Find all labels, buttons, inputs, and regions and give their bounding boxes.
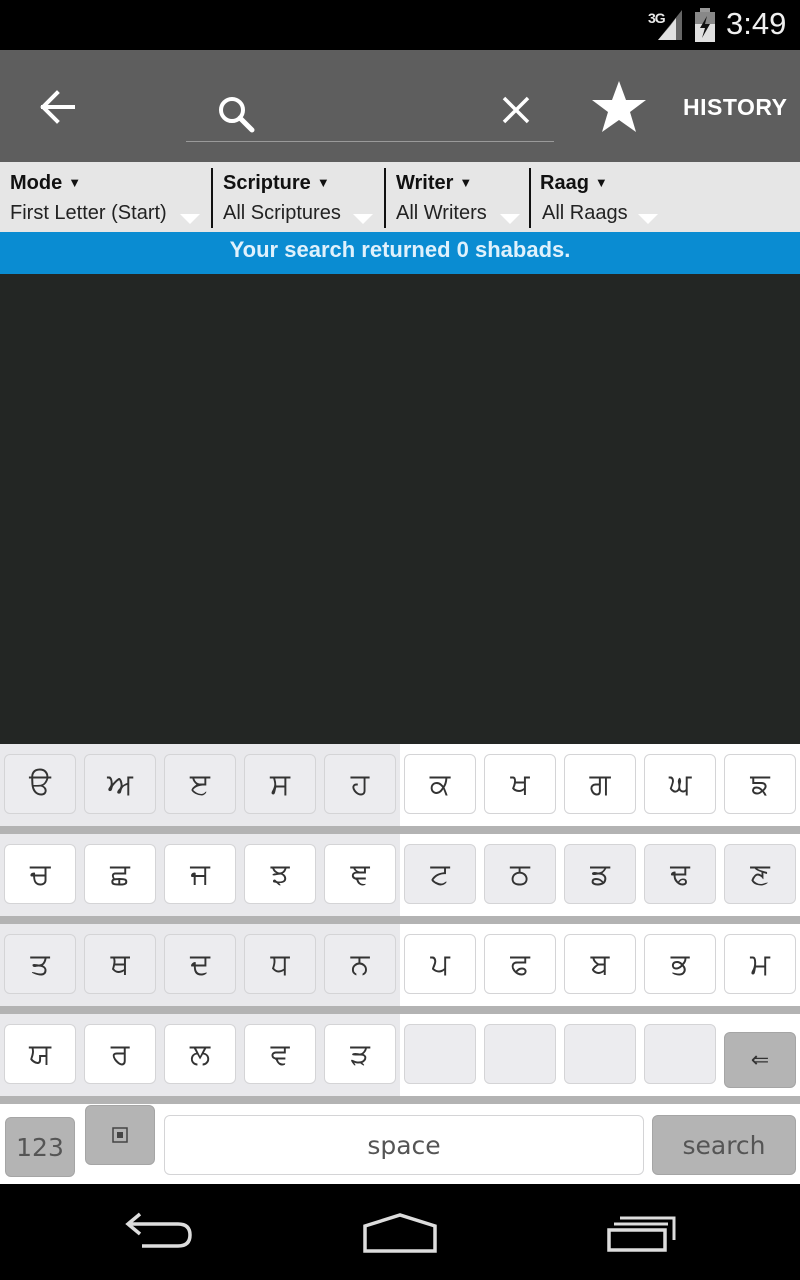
battery-icon: [695, 8, 715, 42]
numbers-key[interactable]: 123: [5, 1117, 75, 1177]
key-letter[interactable]: ਡ: [564, 844, 636, 904]
key-letter[interactable]: ਟ: [404, 844, 476, 904]
key-letter[interactable]: ੜ: [324, 1024, 396, 1084]
caret-down-icon: ▼: [459, 175, 473, 190]
signal-icon: [658, 10, 682, 40]
filter-mode-title: Mode: [10, 172, 63, 194]
results-count-banner: Your search returned 0 shabads.: [0, 232, 800, 274]
nav-home-icon[interactable]: [362, 1212, 438, 1254]
key-letter[interactable]: ਗ: [564, 754, 636, 814]
key-letter[interactable]: ਬ: [564, 934, 636, 994]
blank-key: [404, 1024, 476, 1084]
search-key[interactable]: search: [652, 1115, 796, 1175]
key-letter[interactable]: ਲ: [164, 1024, 236, 1084]
blank-key: [564, 1024, 636, 1084]
key-letter[interactable]: ਨ: [324, 934, 396, 994]
key-letter[interactable]: ਜ: [164, 844, 236, 904]
filter-mode-value: First Letter (Start): [10, 202, 167, 224]
key-letter[interactable]: ਸ: [244, 754, 316, 814]
key-letter[interactable]: ਭ: [644, 934, 716, 994]
filter-mode[interactable]: Mode ▼ First Letter (Start): [0, 162, 212, 232]
backspace-icon: ⇐: [750, 1047, 770, 1073]
results-list: [0, 274, 800, 744]
key-letter[interactable]: ਖ: [484, 754, 556, 814]
key-letter[interactable]: ਅ: [84, 754, 156, 814]
keyboard-settings-key[interactable]: [85, 1105, 155, 1165]
gurmukhi-keyboard: ੳ ਅ ੲ ਸ ਹ ਕ ਖ ਗ ਘ ਙ ਚ ਛ ਜ ਝ ਞ ਟ ਠ ਡ ਢ ਣ ਤ ਥ ਦ ਧ ਨ ਪ ਫ ਬ ਭ ਮ ਯ ਰ ਲ ਵ ੜ ⇐ 123…: [0, 744, 800, 1184]
status-clock: 3:49: [726, 6, 787, 41]
key-letter[interactable]: ਛ: [84, 844, 156, 904]
keyboard-bottom-row: 123 space search: [0, 1104, 800, 1184]
key-letter[interactable]: ਮ: [724, 934, 796, 994]
key-letter[interactable]: ਠ: [484, 844, 556, 904]
caret-down-icon: ▼: [316, 175, 330, 190]
keyboard-row: ਤਥਦਧਨਪਫਬਭਮ: [0, 924, 800, 1006]
key-letter[interactable]: ੳ: [4, 754, 76, 814]
history-button[interactable]: HISTORY: [683, 94, 787, 121]
key-letter[interactable]: ਯ: [4, 1024, 76, 1084]
navigation-bar: [0, 1184, 800, 1280]
action-bar: HISTORY: [0, 50, 800, 162]
spinner-arrow-icon: [353, 214, 373, 224]
spinner-arrow-icon: [638, 214, 658, 224]
keyboard-row: ੳਅੲਸਹਕਖਗਘਙ: [0, 744, 800, 826]
key-letter[interactable]: ਙ: [724, 754, 796, 814]
search-icon: [216, 94, 256, 138]
filter-writer-value: All Writers: [396, 202, 487, 224]
key-letter[interactable]: ਵ: [244, 1024, 316, 1084]
key-letter[interactable]: ਘ: [644, 754, 716, 814]
filter-writer-title: Writer: [396, 172, 454, 194]
key-letter[interactable]: ਰ: [84, 1024, 156, 1084]
key-letter[interactable]: ਝ: [244, 844, 316, 904]
keyboard-row: ਯ ਰ ਲ ਵ ੜ ⇐: [0, 1014, 800, 1096]
key-letter[interactable]: ਦ: [164, 934, 236, 994]
clear-search-button[interactable]: [496, 90, 536, 130]
filter-scripture[interactable]: Scripture ▼ All Scriptures: [213, 162, 384, 232]
filter-scripture-title: Scripture: [223, 172, 311, 194]
key-letter[interactable]: ਥ: [84, 934, 156, 994]
nav-back-icon[interactable]: [124, 1208, 196, 1252]
key-letter[interactable]: ਞ: [324, 844, 396, 904]
filter-bar: Mode ▼ First Letter (Start) Scripture ▼ Al…: [0, 162, 800, 232]
key-letter[interactable]: ਤ: [4, 934, 76, 994]
key-letter[interactable]: ਣ: [724, 844, 796, 904]
caret-down-icon: ▼: [68, 175, 82, 190]
key-letter[interactable]: ਫ: [484, 934, 556, 994]
blank-key: [644, 1024, 716, 1084]
key-letter[interactable]: ਧ: [244, 934, 316, 994]
back-button[interactable]: [30, 80, 84, 134]
keyboard-row: ਚਛਜਝਞਟਠਡਢਣ: [0, 834, 800, 916]
status-bar: 3G 3:49: [0, 0, 800, 50]
key-letter[interactable]: ਪ: [404, 934, 476, 994]
filter-scripture-value: All Scriptures: [223, 202, 341, 224]
filter-raag-title: Raag: [540, 172, 589, 194]
search-field[interactable]: [186, 86, 554, 142]
filter-writer[interactable]: Writer ▼ All Writers: [386, 162, 529, 232]
search-input[interactable]: [266, 94, 486, 134]
key-letter[interactable]: ਚ: [4, 844, 76, 904]
spinner-arrow-icon: [180, 214, 200, 224]
favorites-button[interactable]: [588, 76, 650, 138]
close-icon: [502, 96, 530, 124]
spinner-arrow-icon: [500, 214, 520, 224]
backspace-key[interactable]: ⇐: [724, 1032, 796, 1088]
filter-raag[interactable]: Raag ▼ All Raags: [531, 162, 731, 232]
back-arrow-icon: [40, 90, 75, 124]
key-letter[interactable]: ਢ: [644, 844, 716, 904]
filter-raag-value: All Raags: [542, 202, 628, 224]
star-icon: [592, 81, 646, 132]
caret-down-icon: ▼: [594, 175, 608, 190]
nav-recents-icon[interactable]: [606, 1214, 678, 1254]
keyboard-settings-icon: [112, 1127, 128, 1143]
key-letter[interactable]: ਕ: [404, 754, 476, 814]
key-letter[interactable]: ਹ: [324, 754, 396, 814]
blank-key: [484, 1024, 556, 1084]
space-key[interactable]: space: [164, 1115, 644, 1175]
key-letter[interactable]: ੲ: [164, 754, 236, 814]
